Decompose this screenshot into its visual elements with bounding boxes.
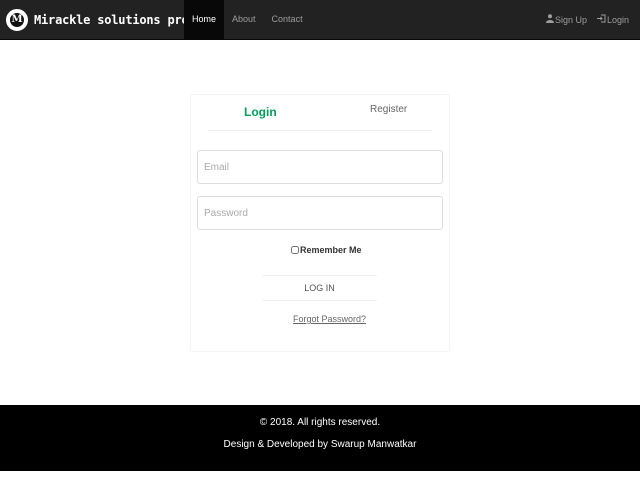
nav-right: Sign Up Login [541, 0, 634, 39]
m-logo-icon [6, 9, 28, 31]
footer-credit: Design & Developed by Swarup Manwatkar [223, 439, 417, 450]
nav-login[interactable]: Login [592, 0, 634, 39]
login-label: Login [606, 14, 629, 25]
login-icon [596, 14, 606, 25]
nav-about[interactable]: About [224, 0, 264, 39]
nav-home[interactable]: Home [184, 0, 225, 39]
top-navbar: Mirackle solutions project Home About Co… [0, 0, 640, 40]
remember-me-checkbox[interactable] [291, 246, 299, 254]
remember-me-label: Remember Me [300, 245, 362, 255]
login-button[interactable]: LOG IN [262, 275, 377, 301]
forgot-password-link[interactable]: Forgot Password? [293, 314, 366, 324]
user-icon [545, 14, 554, 25]
nav-signup[interactable]: Sign Up [541, 0, 592, 39]
footer-copyright: © 2018. All rights reserved. [259, 417, 381, 428]
auth-tabs: Login Register [208, 96, 432, 131]
tab-login[interactable]: Login [244, 96, 277, 130]
remember-me[interactable]: Remember Me [291, 245, 362, 255]
nav-contact[interactable]: Contact [264, 0, 311, 39]
main-nav: Home About Contact [184, 0, 311, 39]
footer: © 2018. All rights reserved. Design & De… [0, 405, 640, 471]
password-input[interactable] [197, 196, 443, 230]
signup-label: Sign Up [554, 14, 587, 25]
email-input[interactable] [197, 150, 443, 184]
tab-register[interactable]: Register [370, 94, 407, 128]
